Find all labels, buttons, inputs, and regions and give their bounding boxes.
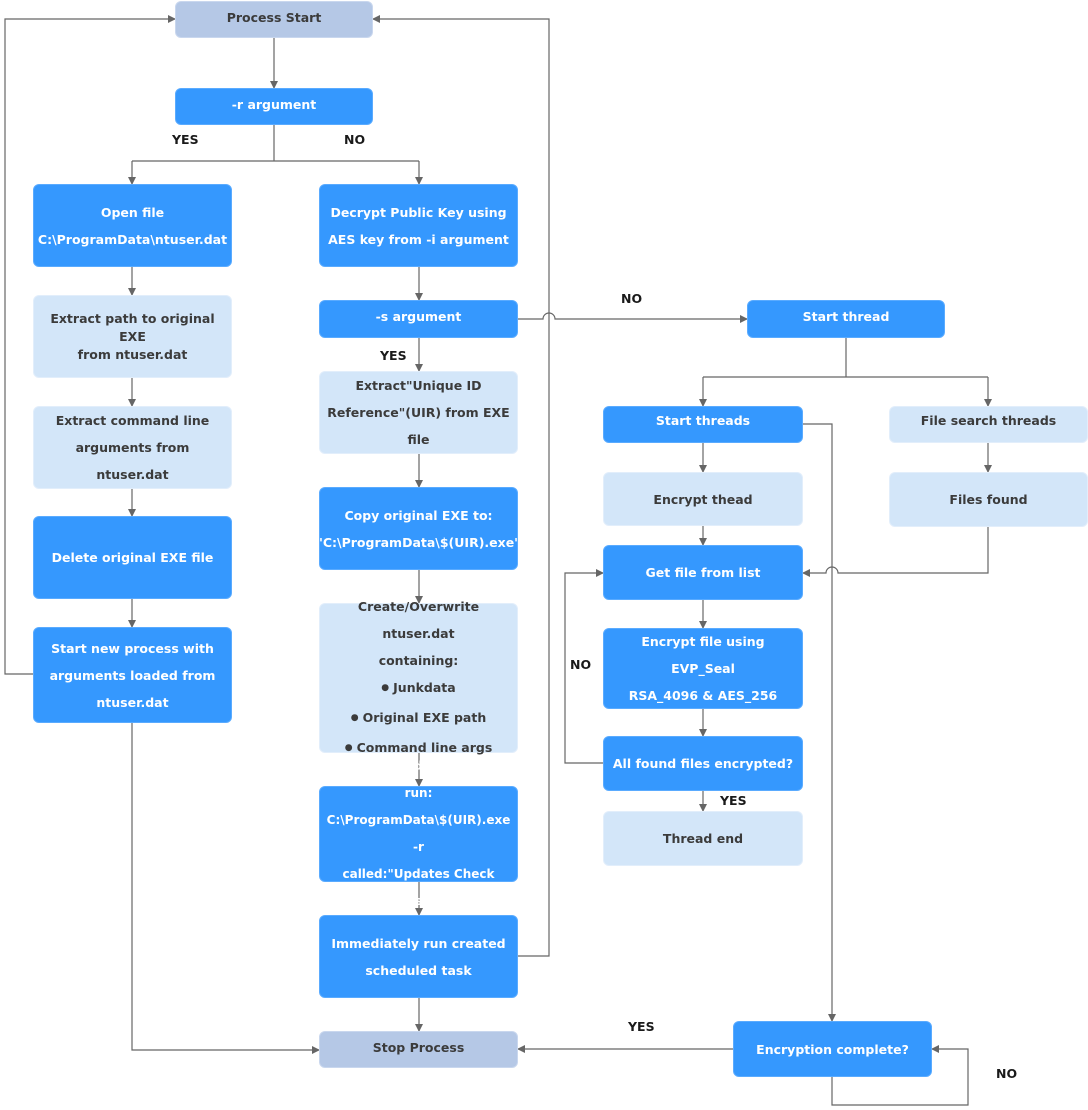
stop-process-node[interactable]: Stop Process [319, 1031, 518, 1068]
create-ntuser-node[interactable]: Create/Overwrite ntuser.dat containing: … [319, 599, 518, 755]
node-label: C:\ProgramData\ntuser.dat [37, 231, 228, 247]
get-file-node[interactable]: Get file from list [603, 545, 803, 600]
start-new-process-node[interactable]: Start new process with arguments loaded … [33, 627, 232, 723]
node-label: Copy original EXE to: [344, 507, 493, 523]
edge-start-threads-to-complete [803, 423, 836, 1022]
extract-path-node[interactable]: Extract path to original EXE from ntuser… [33, 295, 232, 378]
copy-exe-node[interactable]: Copy original EXE to: "C:\ProgramData\$(… [316, 487, 521, 570]
start-threads-node[interactable]: Start threads [603, 406, 803, 443]
node-label: Files found [949, 492, 1028, 507]
edge-label-all-no: NO [570, 657, 592, 672]
edge-found-to-getfile [802, 527, 989, 577]
node-label: Encryption complete? [756, 1041, 909, 1057]
node-label: scheduled task [365, 962, 472, 978]
node-label: Extract path to original EXE [50, 311, 215, 344]
decrypt-key-node[interactable]: Decrypt Public Key using AES key from -i… [319, 184, 518, 267]
encryption-complete-node[interactable]: Encryption complete? [733, 1021, 932, 1077]
node-label: Encrypt file using EVP_Seal [641, 634, 765, 676]
node-label: Extract"Unique ID [355, 378, 482, 393]
edge-s-no [518, 312, 748, 323]
edge-label-all-yes: YES [720, 793, 747, 808]
node-label: Create scheduled task to run: [333, 759, 504, 800]
node-label: Open file [100, 204, 165, 220]
start-thread-node[interactable]: Start thread [747, 300, 945, 338]
node-label: RSA_4096 & AES_256 [628, 688, 778, 703]
node-label: Stop Process [372, 1040, 465, 1055]
node-label: Start threads [655, 413, 751, 428]
node-label: C:\ProgramData\$(UIR).exe -r [326, 813, 511, 854]
bullet-item: Junkdata [381, 674, 456, 704]
node-label: Immediately run created [331, 935, 506, 951]
node-label: Start thread [802, 309, 890, 324]
node-label: ntuser.dat [96, 694, 169, 710]
create-task-node[interactable]: Create scheduled task to run: C:\Program… [319, 759, 518, 908]
node-label: "C:\ProgramData\$(UIR).exe" [316, 534, 521, 550]
delete-exe-node[interactable]: Delete original EXE file [33, 516, 232, 599]
r-argument-node[interactable]: -r argument [175, 88, 373, 125]
edge-label-complete-yes: YES [628, 1019, 655, 1034]
node-label: Extract command line [55, 413, 210, 428]
node-label: Process Start [226, 10, 322, 25]
process-start-node[interactable]: Process Start [175, 1, 373, 38]
node-label: Start new process with [51, 640, 214, 656]
node-label: Create/Overwrite ntuser.dat [357, 598, 480, 641]
node-label: -r argument [231, 97, 317, 112]
node-label: Get file from list [645, 565, 761, 580]
node-label: AES key from -i argument [328, 231, 509, 247]
edge-label-s-no: NO [621, 291, 643, 306]
encrypt-file-node[interactable]: Encrypt file using EVP_Seal RSA_4096 & A… [603, 628, 803, 709]
node-label: called:"Updates Check Task" [342, 867, 495, 908]
edge-label-complete-no: NO [996, 1066, 1018, 1081]
edge-label-r-yes: YES [172, 132, 199, 147]
node-label: All found files encrypted? [612, 756, 794, 771]
files-found-node[interactable]: Files found [889, 472, 1088, 527]
edge-label-r-no: NO [344, 132, 366, 147]
run-task-node[interactable]: Immediately run created scheduled task [319, 915, 518, 998]
encrypt-thead-node[interactable]: Encrypt thead [603, 472, 803, 526]
node-label: containing: [378, 652, 459, 668]
node-label: -s argument [375, 309, 462, 324]
extract-uir-node[interactable]: Extract"Unique ID Reference"(UIR) from E… [319, 371, 518, 454]
flowchart-canvas: Process Start -r argument Open file C:\P… [0, 0, 1088, 1110]
thread-end-node[interactable]: Thread end [603, 811, 803, 866]
node-label: File search threads [920, 413, 1057, 428]
edge-label-s-yes: YES [380, 348, 407, 363]
node-label: Encrypt thead [653, 491, 753, 507]
all-encrypted-node[interactable]: All found files encrypted? [603, 736, 803, 791]
open-file-node[interactable]: Open file C:\ProgramData\ntuser.dat [33, 184, 232, 267]
node-label: Decrypt Public Key using [330, 204, 507, 220]
node-label: arguments from ntuser.dat [75, 440, 190, 482]
node-label: Delete original EXE file [51, 550, 214, 565]
s-argument-node[interactable]: -s argument [319, 300, 518, 338]
extract-cmd-node[interactable]: Extract command line arguments from ntus… [33, 406, 232, 489]
node-label: from ntuser.dat [77, 347, 188, 362]
node-label: Thread end [662, 831, 744, 846]
file-search-threads-node[interactable]: File search threads [889, 406, 1088, 443]
bullet-item: Original EXE path [351, 704, 487, 734]
edge-newproc-to-stop [131, 723, 320, 1054]
edge-thread-split [703, 338, 988, 378]
node-label: Reference"(UIR) from EXE file [327, 405, 510, 447]
node-label: arguments loaded from [49, 667, 216, 683]
